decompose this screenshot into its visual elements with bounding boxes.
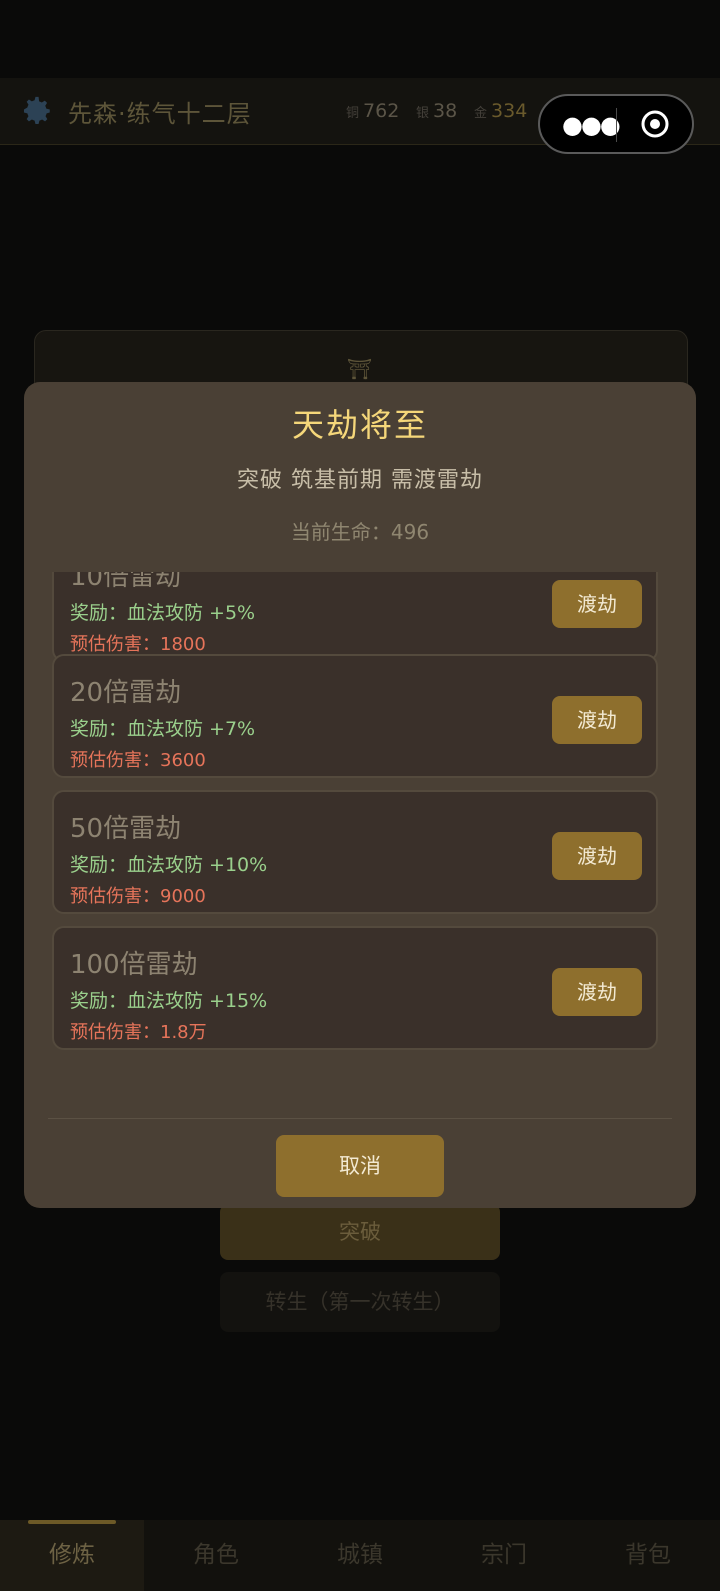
option-damage: 预估伤害：1.8万 (70, 1022, 207, 1043)
cross-tribulation-button[interactable]: 渡劫 (552, 696, 642, 744)
currency-silver: 银 38 (416, 100, 457, 122)
option-reward: 奖励：血法攻防 +5% (70, 602, 256, 624)
current-life-value: 496 (390, 520, 430, 544)
cross-tribulation-button[interactable]: 渡劫 (552, 968, 642, 1016)
cultivator-icon: ⛩ (347, 357, 373, 381)
tribulation-option: 10倍雷劫 奖励：血法攻防 +5% 预估伤害：1800 渡劫 (52, 572, 658, 662)
option-reward: 奖励：血法攻防 +15% (70, 990, 268, 1012)
gear-icon[interactable] (20, 94, 54, 128)
currency-gold-label: 金 (474, 106, 488, 121)
tab-town[interactable]: 城镇 (288, 1520, 432, 1591)
option-damage: 预估伤害：3600 (70, 750, 206, 771)
tab-character[interactable]: 角色 (144, 1520, 288, 1591)
currency-silver-label: 银 (416, 106, 430, 121)
more-menu-icon[interactable]: ●●● (562, 111, 621, 139)
option-reward: 奖励：血法攻防 +10% (70, 854, 268, 876)
tab-cultivate[interactable]: 修炼 (0, 1520, 144, 1591)
tab-sect[interactable]: 宗门 (432, 1520, 576, 1591)
current-life: 当前生命：496 (24, 516, 696, 545)
tab-backpack[interactable]: 背包 (576, 1520, 720, 1591)
bottom-tab-bar: 修炼 角色 城镇 宗门 背包 (0, 1520, 720, 1591)
option-damage: 预估伤害：1800 (70, 634, 206, 655)
cross-tribulation-button[interactable]: 渡劫 (552, 580, 642, 628)
modal-title: 天劫将至 (291, 406, 428, 444)
currency-gold: 金 334 (474, 100, 527, 122)
currency-gold-value: 334 (491, 100, 528, 122)
tribulation-option: 50倍雷劫 奖励：血法攻防 +10% 预估伤害：9000 渡劫 (52, 790, 658, 914)
tribulation-modal: 天劫将至 突破 筑基前期 需渡雷劫 当前生命：496 10倍雷劫 奖励：血法攻防… (24, 382, 696, 1208)
currency-copper-label: 铜 (346, 106, 360, 121)
tribulation-option-list[interactable]: 10倍雷劫 奖励：血法攻防 +5% 预估伤害：1800 渡劫 20倍雷劫 奖励：… (24, 572, 696, 1114)
cross-tribulation-button[interactable]: 渡劫 (552, 832, 642, 880)
modal-subtitle: 突破 筑基前期 需渡雷劫 (237, 468, 483, 493)
close-miniprogram-icon[interactable] (640, 109, 670, 139)
miniprogram-capsule: ●●● (538, 94, 694, 154)
capsule-divider (616, 108, 617, 142)
option-name: 100倍雷劫 (70, 950, 198, 980)
rebirth-button[interactable]: 转生（第一次转生） (220, 1272, 500, 1332)
option-name: 50倍雷劫 (70, 814, 182, 844)
currency-silver-value: 38 (433, 100, 458, 122)
breakthrough-button[interactable]: 突破 (220, 1204, 500, 1260)
cancel-button[interactable]: 取消 (276, 1135, 444, 1197)
player-title: 先森·练气十二层 (68, 100, 252, 128)
tribulation-option: 20倍雷劫 奖励：血法攻防 +7% 预估伤害：3600 渡劫 (52, 654, 658, 778)
current-life-label: 当前生命： (290, 520, 391, 544)
option-name: 20倍雷劫 (70, 678, 182, 708)
currency-copper-value: 762 (363, 100, 400, 122)
option-name: 10倍雷劫 (70, 572, 182, 592)
currency-copper: 铜 762 (346, 100, 399, 122)
modal-divider (48, 1118, 672, 1119)
tribulation-option: 100倍雷劫 奖励：血法攻防 +15% 预估伤害：1.8万 渡劫 (52, 926, 658, 1050)
option-reward: 奖励：血法攻防 +7% (70, 718, 256, 740)
option-damage: 预估伤害：9000 (70, 886, 206, 907)
